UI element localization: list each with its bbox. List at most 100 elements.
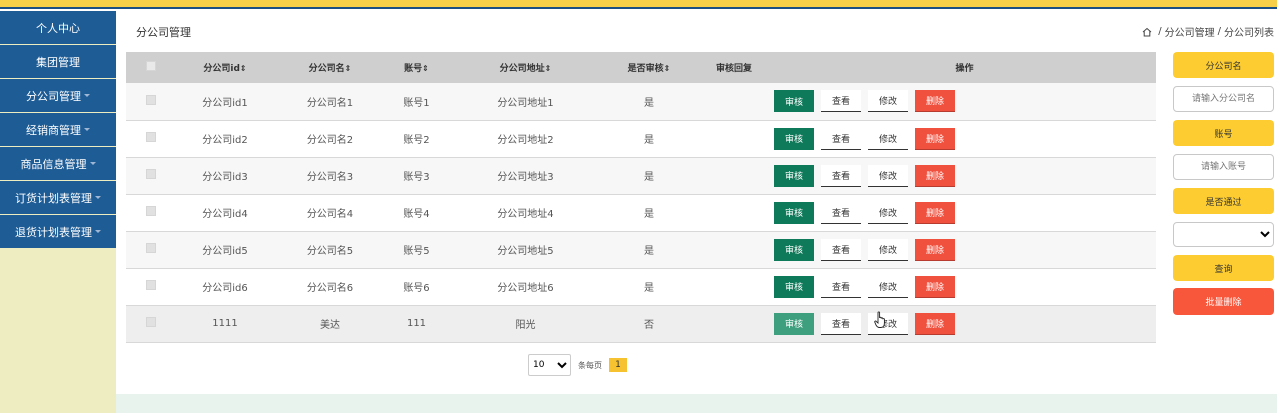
delete-button[interactable]: 删除 <box>915 164 955 187</box>
chevron-down-icon <box>95 196 101 199</box>
cell-branch-id: 分公司id3 <box>202 172 248 183</box>
audit-button[interactable]: 审核 <box>774 312 814 335</box>
select-all-checkbox[interactable] <box>145 61 156 71</box>
cell-approval-reply <box>695 231 773 268</box>
cell-actions: 审核 查看 修改 删除 <box>773 268 1156 305</box>
audit-button[interactable]: 审核 <box>774 238 814 261</box>
cell-branch-name: 分公司名6 <box>306 283 354 294</box>
edit-button[interactable]: 修改 <box>868 275 908 298</box>
sidebar-item-group-management[interactable]: 集团管理 <box>0 45 116 78</box>
view-button[interactable]: 查看 <box>821 164 861 187</box>
column-header-approved[interactable]: 是否审核⇕ <box>603 52 695 83</box>
account-input[interactable] <box>1173 154 1274 180</box>
sidebar-item-branch-management[interactable]: 分公司管理 <box>0 79 116 112</box>
view-button[interactable]: 查看 <box>821 275 861 298</box>
row-checkbox[interactable] <box>145 243 156 253</box>
audit-button[interactable]: 审核 <box>774 275 814 298</box>
edit-button[interactable]: 修改 <box>868 238 908 261</box>
delete-button[interactable]: 删除 <box>915 201 955 224</box>
view-button[interactable]: 查看 <box>821 238 861 261</box>
sidebar-item-label: 个人中心 <box>36 21 80 35</box>
view-button[interactable]: 查看 <box>821 90 861 113</box>
sidebar-item-return-plan-management[interactable]: 退货计划表管理 <box>0 215 116 248</box>
edit-button[interactable]: 修改 <box>868 164 908 187</box>
delete-button[interactable]: 删除 <box>915 90 955 113</box>
view-button[interactable]: 查看 <box>821 201 861 224</box>
sidebar-item-dealer-management[interactable]: 经销商管理 <box>0 113 116 146</box>
view-button[interactable]: 查看 <box>821 312 861 335</box>
approved-label: 是否通过 <box>1173 188 1274 214</box>
column-header-approval-reply: 审核回复 <box>695 52 773 83</box>
chevron-down-icon <box>89 162 96 165</box>
cell-branch-id: 分公司id1 <box>202 97 248 109</box>
column-header-label: 分公司地址 <box>499 64 545 74</box>
sort-icon[interactable]: ⇕ <box>664 64 671 73</box>
sidebar-item-order-plan-management[interactable]: 订货计划表管理 <box>0 181 116 214</box>
delete-button[interactable]: 删除 <box>915 238 955 261</box>
row-checkbox[interactable] <box>145 94 156 105</box>
delete-button[interactable]: 删除 <box>915 275 955 298</box>
view-button[interactable]: 查看 <box>821 127 861 150</box>
sidebar-item-label: 退货计划表管理 <box>15 225 92 239</box>
row-checkbox[interactable] <box>145 206 156 216</box>
edit-button[interactable]: 修改 <box>868 90 908 113</box>
cell-branch-address: 分公司地址6 <box>497 283 554 294</box>
column-header-branch-id[interactable]: 分公司id⇕ <box>175 52 275 83</box>
column-header-actions: 操作 <box>773 52 1156 83</box>
audit-button[interactable]: 审核 <box>774 201 814 224</box>
row-checkbox[interactable] <box>145 280 156 290</box>
cell-account: 账号5 <box>403 246 430 257</box>
page-size-select[interactable]: 10 <box>528 354 571 376</box>
cell-actions: 审核 查看 修改 删除 <box>773 157 1156 194</box>
column-header-account[interactable]: 账号⇕ <box>385 52 448 83</box>
row-checkbox[interactable] <box>145 317 156 327</box>
column-header-branch-name[interactable]: 分公司名⇕ <box>275 52 385 83</box>
select-cell <box>126 268 175 305</box>
sidebar-item-personal-center[interactable]: 个人中心 <box>0 11 116 44</box>
main-content: 分公司管理 / 分公司管理 / 分公司列表 分公司id⇕ 分公司名⇕ 账号⇕ 分公司地… <box>116 11 1277 413</box>
footer-strip <box>116 394 1277 413</box>
cell-approval-reply <box>695 120 773 157</box>
row-checkbox[interactable] <box>145 132 156 142</box>
sidebar-item-product-info-management[interactable]: 商品信息管理 <box>0 147 116 180</box>
audit-button[interactable]: 审核 <box>774 164 814 187</box>
per-page-label: 条每页 <box>578 360 602 370</box>
cell-branch-address: 分公司地址2 <box>497 135 554 146</box>
row-checkbox[interactable] <box>145 169 156 179</box>
cell-approval-reply <box>695 83 773 120</box>
cell-approved: 否 <box>644 320 654 331</box>
cell-branch-address: 阳光 <box>515 320 536 331</box>
audit-button[interactable]: 审核 <box>774 127 814 150</box>
edit-button[interactable]: 修改 <box>868 201 908 224</box>
sort-icon[interactable]: ⇕ <box>345 64 352 73</box>
breadcrumb-item-branch-management[interactable]: 分公司管理 <box>1165 24 1215 39</box>
sidebar-item-label: 经销商管理 <box>26 123 81 137</box>
bulk-delete-button[interactable]: 批量删除 <box>1173 288 1274 315</box>
cell-actions: 审核 查看 修改 删除 <box>773 194 1156 231</box>
cell-actions: 审核 查看 修改 删除 <box>773 120 1156 157</box>
sort-icon[interactable]: ⇕ <box>545 64 552 73</box>
row-actions: 审核 查看 修改 删除 <box>773 312 1156 335</box>
sort-icon[interactable]: ⇕ <box>422 64 429 73</box>
edit-button[interactable]: 修改 <box>868 127 908 150</box>
delete-button[interactable]: 删除 <box>915 312 955 335</box>
cell-actions: 审核 查看 修改 删除 <box>773 305 1156 342</box>
cell-branch-id: 分公司id2 <box>202 135 248 146</box>
breadcrumb-separator: / <box>1158 26 1162 37</box>
cell-account: 账号4 <box>403 209 430 220</box>
audit-button[interactable]: 审核 <box>774 90 814 113</box>
home-icon[interactable] <box>1142 27 1152 37</box>
column-header-label: 操作 <box>955 64 974 74</box>
approved-select[interactable] <box>1173 222 1274 247</box>
delete-button[interactable]: 删除 <box>915 127 955 150</box>
branch-name-input[interactable] <box>1173 86 1274 112</box>
sort-icon[interactable]: ⇕ <box>240 64 247 73</box>
cell-branch-name: 分公司名2 <box>306 135 354 146</box>
query-button[interactable]: 查询 <box>1173 255 1274 281</box>
page-button-current[interactable]: 1 <box>609 358 627 372</box>
search-panel: 分公司名 账号 是否通过 查询 批量删除 <box>1173 52 1274 315</box>
select-cell <box>126 231 175 268</box>
cell-approved: 是 <box>644 246 654 257</box>
chevron-down-icon <box>84 128 90 131</box>
column-header-branch-address[interactable]: 分公司地址⇕ <box>448 52 603 83</box>
